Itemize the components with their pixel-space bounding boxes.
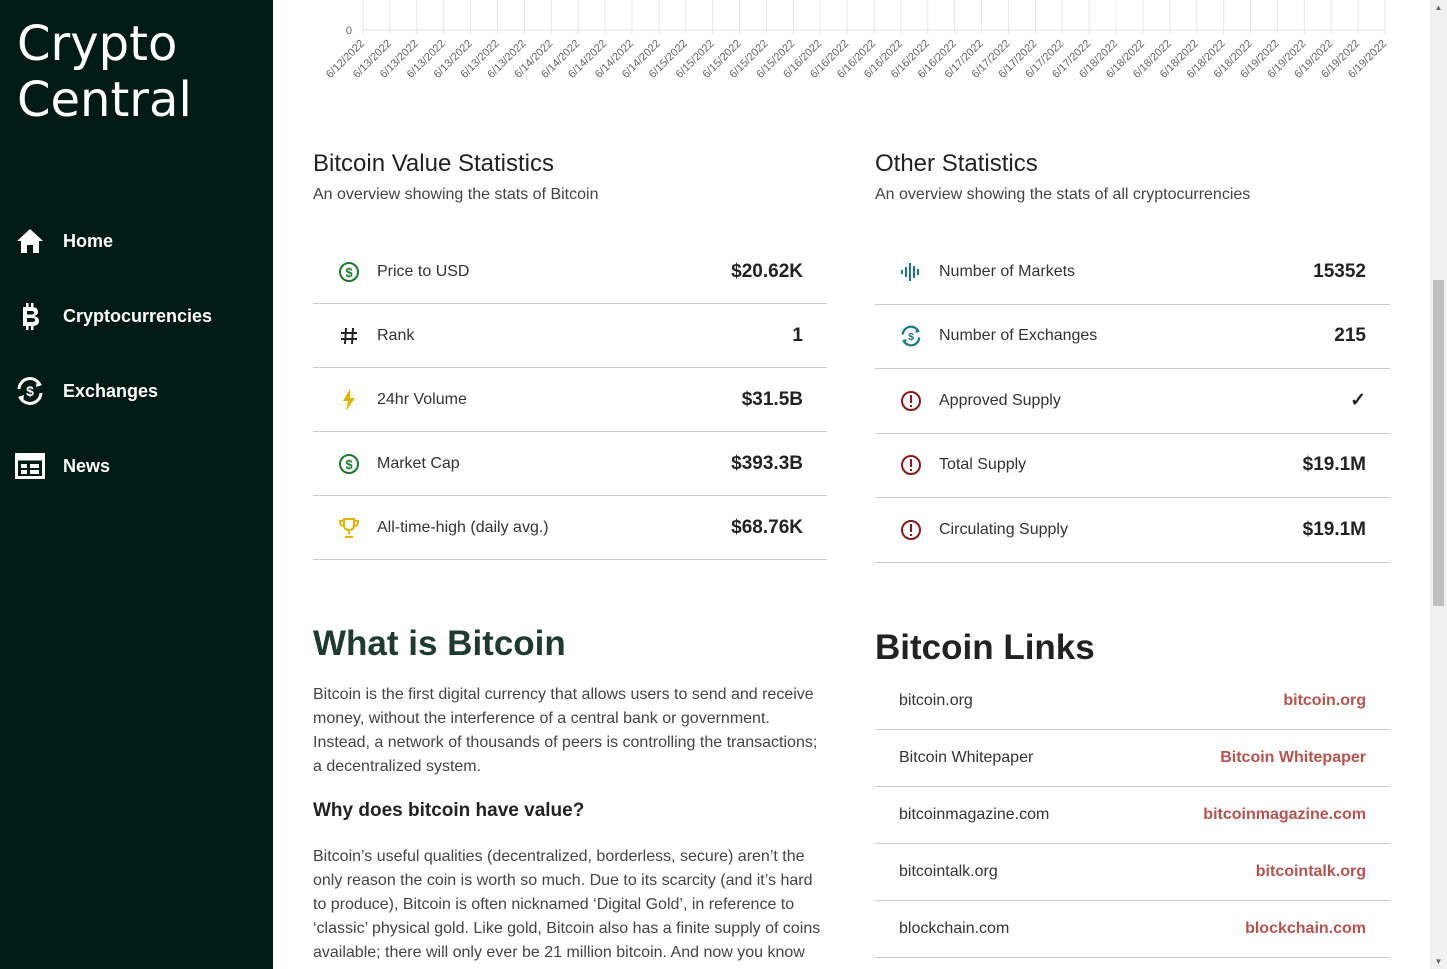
- sidebar: Crypto Central Home Cryptocurrencies $ E…: [0, 0, 273, 969]
- nav-item-news[interactable]: News: [14, 446, 110, 486]
- dollar-circle-icon: $: [337, 260, 361, 284]
- link-anchor[interactable]: blockchain.com: [1245, 920, 1366, 938]
- link-row: bitcoin.org bitcoin.org: [875, 673, 1390, 730]
- stat-value: $20.62K: [731, 260, 803, 282]
- nav-label-news: News: [63, 455, 111, 476]
- y-tick-label: 0: [346, 25, 352, 37]
- exclamation-circle-icon: [899, 518, 923, 542]
- stat-label: Market Cap: [377, 454, 460, 472]
- about-title: What is Bitcoin: [313, 624, 566, 663]
- nav-item-cryptocurrencies[interactable]: Cryptocurrencies: [14, 296, 212, 336]
- exclamation-circle-icon: [899, 453, 923, 477]
- stat-row: Total Supply $19.1M: [875, 434, 1390, 498]
- stat-value: 215: [1334, 325, 1366, 347]
- link-anchor[interactable]: bitcoin.org: [1283, 692, 1366, 710]
- nav-label-cryptocurrencies: Cryptocurrencies: [63, 305, 213, 326]
- stat-value: $19.1M: [1302, 518, 1366, 540]
- exchange-icon: $: [899, 324, 923, 348]
- stat-row: All-time-high (daily avg.) $68.76K: [313, 496, 827, 560]
- link-anchor[interactable]: Bitcoin Whitepaper: [1220, 749, 1366, 767]
- main-content: 0 6/12/2022 6/13/2022 6/13/2022 6/13/2022 6/1…: [273, 0, 1430, 969]
- stat-value: $19.1M: [1302, 454, 1366, 476]
- stat-label: Number of Markets: [939, 262, 1076, 280]
- home-icon: [14, 225, 46, 257]
- link-anchor[interactable]: bitcointalk.org: [1256, 863, 1366, 881]
- stat-value: 1: [792, 324, 803, 346]
- link-row: bitcointalk.org bitcointalk.org: [875, 844, 1390, 901]
- about-paragraph-1: Bitcoin is the first digital currency th…: [313, 686, 818, 775]
- bitcoin-stats-title: Bitcoin Value Statistics: [313, 150, 554, 177]
- nav-label-home: Home: [63, 230, 114, 251]
- stat-label: All-time-high (daily avg.): [377, 518, 549, 536]
- svg-text:$: $: [26, 383, 34, 399]
- stat-row: 24hr Volume $31.5B: [313, 368, 827, 432]
- link-label: bitcoin.org: [899, 692, 973, 709]
- stat-label: Total Supply: [939, 456, 1027, 474]
- hash-icon: [337, 324, 361, 348]
- link-row: Bitcoin Whitepaper Bitcoin Whitepaper: [875, 730, 1390, 787]
- brand-line-1: Crypto: [17, 16, 178, 72]
- stat-value: $31.5B: [741, 388, 803, 410]
- stat-label: 24hr Volume: [377, 390, 467, 408]
- other-stats-subtitle: An overview showing the stats of all cry…: [875, 186, 1251, 203]
- stat-value: $68.76K: [731, 516, 803, 538]
- link-label: Bitcoin Whitepaper: [899, 749, 1034, 766]
- svg-text:$: $: [345, 457, 353, 472]
- stat-label: Price to USD: [377, 262, 470, 280]
- nav-item-exchanges[interactable]: $ Exchanges: [14, 371, 158, 411]
- link-row: bitcoinmagazine.com bitcoinmagazine.com: [875, 787, 1390, 844]
- stat-row: Approved Supply ✓: [875, 369, 1390, 434]
- stat-label: Circulating Supply: [939, 520, 1068, 538]
- soundwave-icon: [899, 260, 923, 284]
- stat-label: Approved Supply: [939, 391, 1061, 409]
- stat-row: $ Number of Exchanges 215: [875, 305, 1390, 369]
- exchange-icon: $: [14, 375, 46, 407]
- links-title: Bitcoin Links: [875, 628, 1095, 667]
- stat-value: $393.3B: [731, 452, 803, 474]
- bitcoin-icon: [14, 300, 46, 332]
- stat-row: Circulating Supply $19.1M: [875, 498, 1390, 563]
- nav-label-exchanges: Exchanges: [63, 380, 159, 401]
- scroll-up-arrow[interactable]: ▲: [1433, 2, 1444, 13]
- about-subheading: Why does bitcoin have value?: [313, 800, 585, 821]
- link-label: blockchain.com: [899, 920, 1010, 937]
- other-stats-title: Other Statistics: [875, 150, 1038, 177]
- about-paragraph-2: Bitcoin’s useful qualities (decentralize…: [313, 848, 821, 961]
- scroll-down-arrow[interactable]: ▼: [1433, 956, 1444, 967]
- lightning-icon: [337, 388, 361, 412]
- bitcoin-stats-subtitle: An overview showing the stats of Bitcoin: [313, 186, 599, 203]
- scrollbar-thumb[interactable]: [1433, 280, 1444, 606]
- link-anchor[interactable]: bitcoinmagazine.com: [1203, 806, 1366, 824]
- stat-row: Rank 1: [313, 304, 827, 368]
- link-row: blockchain.com blockchain.com: [875, 901, 1390, 958]
- stat-value: 15352: [1313, 260, 1366, 282]
- svg-text:$: $: [345, 265, 353, 280]
- svg-text:$: $: [908, 331, 914, 343]
- link-label: bitcointalk.org: [899, 863, 998, 880]
- price-history-chart: 06/12/20226/13/20226/13/20226/13/20226/1…: [324, 0, 1389, 81]
- exclamation-circle-icon: [899, 389, 923, 413]
- stat-value: ✓: [1350, 390, 1366, 412]
- trophy-icon: [337, 516, 361, 540]
- link-label: bitcoinmagazine.com: [899, 806, 1050, 823]
- stat-label: Rank: [377, 326, 415, 344]
- stat-row: $ Market Cap $393.3B: [313, 432, 827, 496]
- brand-line-2: Central: [17, 72, 192, 128]
- news-icon: [14, 450, 46, 482]
- dollar-circle-icon: $: [337, 452, 361, 476]
- nav-item-home[interactable]: Home: [14, 221, 113, 261]
- stat-label: Number of Exchanges: [939, 327, 1098, 345]
- stat-row: $ Price to USD $20.62K: [313, 240, 827, 304]
- brand-logo[interactable]: Crypto Central: [17, 16, 192, 128]
- stat-row: Number of Markets 15352: [875, 240, 1390, 305]
